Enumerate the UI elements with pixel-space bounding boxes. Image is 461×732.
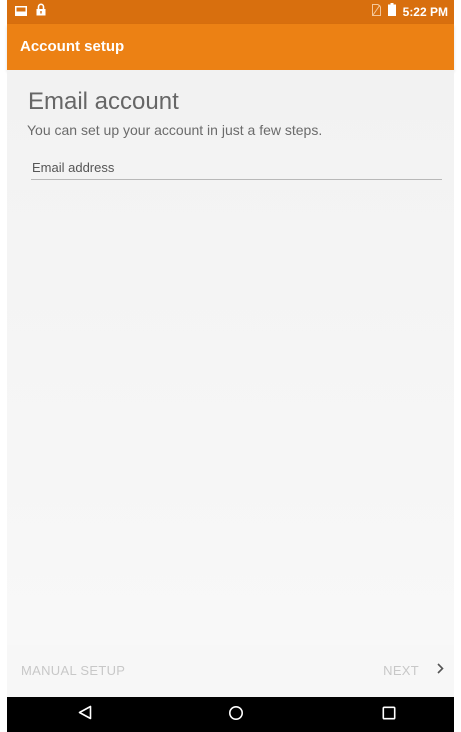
status-right-icons: 5:22 PM	[371, 3, 448, 21]
navigation-bar	[7, 697, 454, 732]
screen-frame: 5:22 PM Account setup Email account You …	[0, 0, 461, 732]
page-heading: Email account	[28, 88, 179, 115]
chevron-right-icon	[437, 661, 444, 679]
email-address-input[interactable]	[31, 155, 442, 180]
status-left-icons	[15, 3, 46, 21]
app-title: Account setup	[20, 38, 125, 55]
screenshot-icon	[15, 3, 27, 21]
status-bar: 5:22 PM	[7, 0, 454, 24]
main-content: Email account You can set up your accoun…	[7, 70, 454, 645]
home-icon	[228, 705, 244, 726]
home-button[interactable]	[227, 705, 245, 726]
manual-setup-button[interactable]: MANUAL SETUP	[21, 663, 125, 678]
back-icon	[78, 705, 92, 725]
recents-icon	[382, 705, 396, 725]
app-bar: Account setup	[7, 24, 454, 70]
app-window: 5:22 PM Account setup Email account You …	[7, 0, 454, 732]
recents-button[interactable]	[380, 705, 398, 725]
battery-icon	[387, 3, 396, 21]
lock-icon	[36, 3, 46, 21]
no-sim-icon	[371, 3, 381, 21]
back-button[interactable]	[76, 705, 94, 725]
next-button[interactable]: NEXT	[383, 661, 444, 679]
page-subheading: You can set up your account in just a fe…	[27, 122, 323, 138]
status-time: 5:22 PM	[402, 5, 448, 19]
button-bar: MANUAL SETUP NEXT	[7, 645, 454, 697]
next-button-label: NEXT	[383, 662, 419, 678]
